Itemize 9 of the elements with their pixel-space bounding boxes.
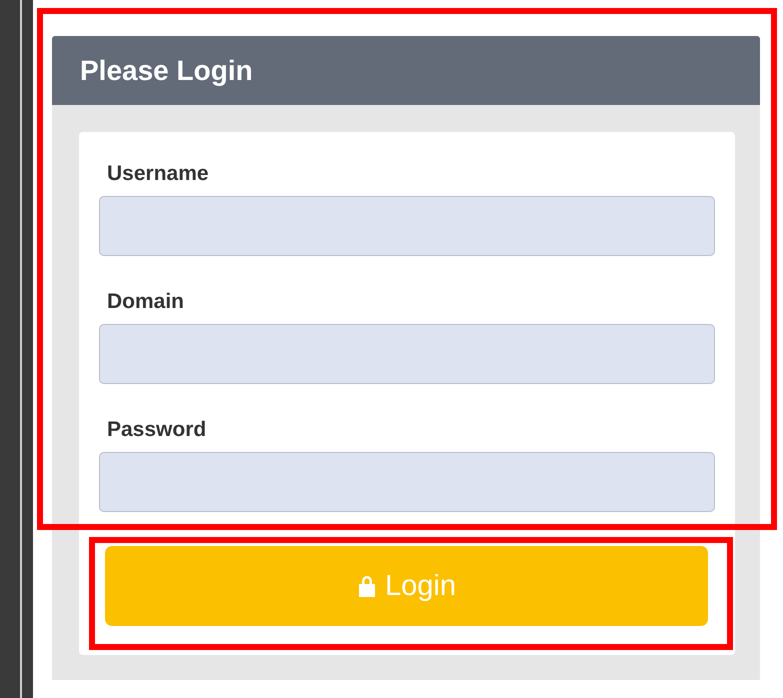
field-label: Username xyxy=(107,162,210,186)
panel-title: Please Login xyxy=(80,54,253,86)
input-field[interactable] xyxy=(99,196,715,256)
lock-icon xyxy=(357,574,378,598)
input-field[interactable] xyxy=(99,324,715,384)
input-field[interactable] xyxy=(99,452,715,512)
field-label: Domain xyxy=(107,290,186,314)
login-button[interactable]: Login xyxy=(105,546,708,626)
field-label: Password xyxy=(107,418,208,442)
